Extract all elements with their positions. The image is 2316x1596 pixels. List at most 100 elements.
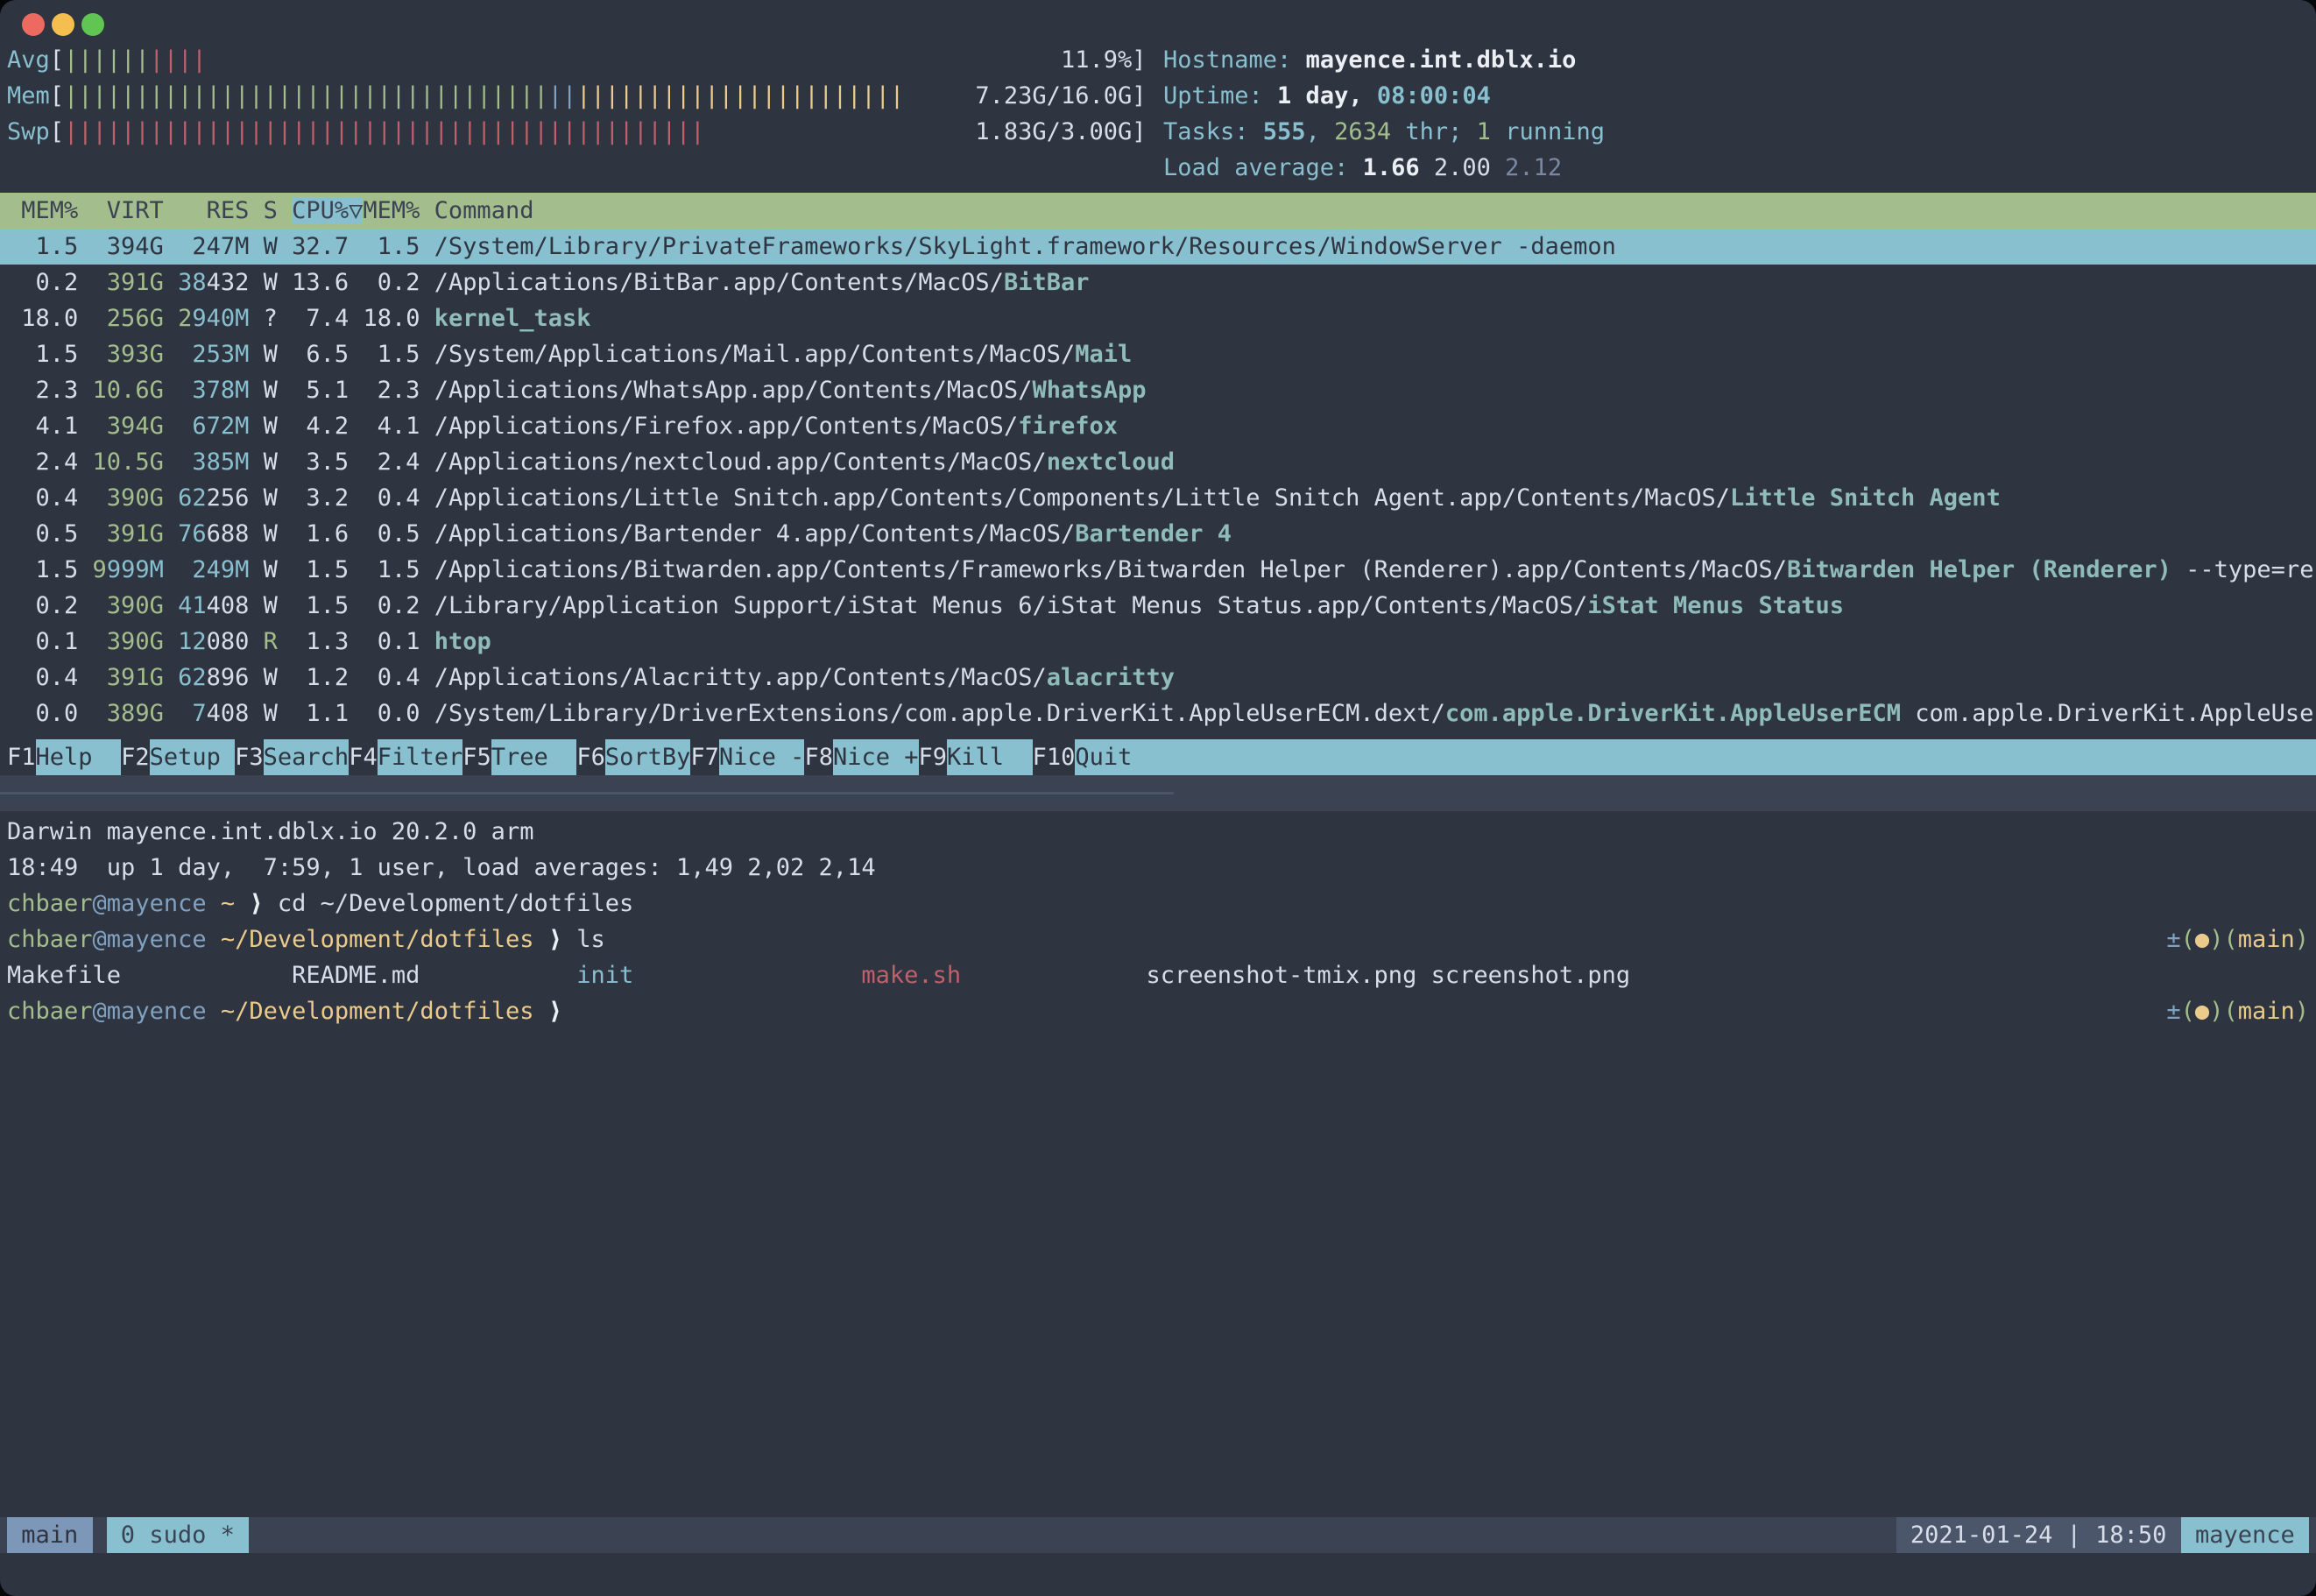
text-segment (207, 926, 221, 953)
git-status-badge: ±(●)(main) (2166, 922, 2309, 957)
text-segment: MEM% VIRT RES S (7, 197, 292, 224)
cell-segment: W 1.6 0.5 (249, 520, 434, 547)
text-segment: ⟩ (548, 998, 562, 1025)
text-segment: ) (2295, 998, 2309, 1025)
meter-bracket: [ (50, 118, 64, 145)
cell-segment: 390G (93, 484, 164, 512)
cell-segment (164, 592, 178, 619)
cell-segment: 76 (178, 520, 207, 547)
meter-pad (207, 46, 1061, 74)
cell-segment: W 13.6 0.2 (249, 269, 434, 296)
cell-segment: 0.5 (7, 520, 93, 547)
cell-segment: 38 (178, 269, 207, 296)
process-row[interactable]: 0.5 391G 76688 W 1.6 0.5 /Applications/B… (0, 516, 2316, 552)
cell-segment: 256 (207, 484, 250, 512)
cell-segment: 12 (178, 628, 207, 655)
fkey-action: Setup (150, 739, 236, 775)
cell-segment: W 5.1 2.3 (249, 377, 434, 404)
cell-segment: 385M (178, 448, 249, 476)
text-segment: 555 (1263, 118, 1306, 145)
text-segment: )( (2209, 926, 2238, 953)
process-row[interactable]: 0.4 391G 62896 W 1.2 0.4 /Applications/A… (0, 660, 2316, 696)
cell-segment: /Library/Application Support/iStat Menus… (434, 592, 1588, 619)
cell-segment (164, 341, 178, 368)
process-row[interactable]: 0.2 390G 41408 W 1.5 0.2 /Library/Applic… (0, 588, 2316, 624)
process-row[interactable]: 0.1 390G 12080 R 1.3 0.1 htop (0, 624, 2316, 660)
cell-segment: 896 (207, 664, 250, 691)
cell-segment: 1.5 394G 247M W 32.7 1.5 /System/Library… (7, 233, 1616, 260)
minimize-button[interactable] (52, 13, 74, 36)
cell-segment: 378M (178, 377, 249, 404)
cell-segment: W 6.5 1.5 (249, 341, 434, 368)
cell-segment: com.apple.DriverKit.AppleUserE (1901, 700, 2316, 727)
meter-bracket: [ (50, 82, 64, 109)
cell-segment: W 1.5 0.2 (249, 592, 434, 619)
cell-segment: 432 (207, 269, 250, 296)
process-row[interactable]: 0.2 391G 38432 W 13.6 0.2 /Applications/… (0, 265, 2316, 300)
fkey-number: F5 (462, 739, 491, 775)
cell-segment: /Applications/Bitwarden.app/Contents/Fra… (434, 556, 1787, 583)
cell-segment (164, 556, 178, 583)
tmux-session-main[interactable]: main (7, 1517, 93, 1553)
cell-segment: 249M (178, 556, 249, 583)
cell-segment: /Applications/BitBar.app/Contents/MacOS/ (434, 269, 1004, 296)
cell-segment: nextcloud (1047, 448, 1175, 476)
cell-segment: 0.2 (7, 592, 93, 619)
cell-segment: /System/Library/DriverExtensions/com.app… (434, 700, 1445, 727)
fkey-action: Tree (491, 739, 577, 775)
text-segment: make.sh (861, 962, 961, 989)
zoom-button[interactable] (81, 13, 104, 36)
fkey-number: F6 (576, 739, 605, 775)
meter-bars: || (548, 82, 577, 109)
text-segment: mayence.int.dblx.io (1306, 46, 1577, 74)
cell-segment: 391G (93, 520, 164, 547)
prompt-line-current[interactable]: chbaer@mayence ~/Development/dotfiles ⟩ (0, 993, 2316, 1029)
process-row[interactable]: 2.4 10.5G 385M W 3.5 2.4 /Applications/n… (0, 444, 2316, 480)
cell-segment: 9 (93, 556, 107, 583)
cell-segment: 391G (93, 269, 164, 296)
text-segment: main (2238, 998, 2295, 1025)
cell-segment (164, 520, 178, 547)
text-segment: CPU%▽ (292, 197, 363, 224)
meter-label: Avg (7, 46, 50, 74)
cell-segment: 62 (178, 484, 207, 512)
process-row[interactable]: 1.5 9999M 249M W 1.5 1.5 /Applications/B… (0, 552, 2316, 588)
meter-bars: |||||||||||||||||||||||||||||||||| (64, 82, 548, 109)
tmux-window-0-sudo[interactable]: 0 sudo * (107, 1517, 250, 1553)
cell-segment: Bitwarden Helper (Renderer) (1787, 556, 2171, 583)
pane-divider[interactable] (0, 792, 1174, 794)
process-row[interactable]: 1.5 393G 253M W 6.5 1.5 /System/Applicat… (0, 336, 2316, 372)
text-segment: cd ~/Development/dotfiles (264, 890, 634, 917)
text-segment: ( (2181, 926, 2195, 953)
text-segment: 2634 (1334, 118, 1391, 145)
text-segment: screenshot-tmix.png screenshot.png (1146, 962, 1630, 989)
process-row[interactable]: 0.4 390G 62256 W 3.2 0.4 /Applications/L… (0, 480, 2316, 516)
process-row[interactable]: 18.0 256G 2940M ? 7.4 18.0 kernel_task (0, 300, 2316, 336)
cell-segment (164, 269, 178, 296)
close-button[interactable] (22, 13, 45, 36)
process-table-header[interactable]: MEM% VIRT RES S CPU%▽MEM% Command (0, 193, 2316, 229)
text-segment (961, 962, 1146, 989)
text-segment: ± (2166, 998, 2180, 1025)
process-row-selected[interactable]: 1.5 394G 247M W 32.7 1.5 /System/Library… (0, 229, 2316, 265)
process-row[interactable]: 0.0 389G 7408 W 1.1 0.0 /System/Library/… (0, 696, 2316, 731)
cell-segment: 390G (93, 628, 164, 655)
htop-function-key-bar: F1Help F2Setup F3SearchF4FilterF5Tree F6… (0, 739, 2316, 775)
meter-bars: |||| (150, 46, 207, 74)
process-row[interactable]: 2.3 10.6G 378M W 5.1 2.3 /Applications/W… (0, 372, 2316, 408)
text-segment: running (1491, 118, 1605, 145)
cell-segment: 940M (192, 305, 249, 332)
text-segment: 1 (1477, 118, 1491, 145)
text-segment (633, 962, 861, 989)
prompt-line-cd: chbaer@mayence ~ ⟩ cd ~/Development/dotf… (0, 886, 2316, 922)
meter-bars: |||||| (64, 46, 150, 74)
cell-segment: 0.2 (7, 269, 93, 296)
cell-segment: 18.0 (7, 305, 93, 332)
text-segment: Hostname: (1163, 46, 1306, 74)
cell-segment: 0.4 (7, 664, 93, 691)
cell-segment: alacritty (1047, 664, 1175, 691)
process-row[interactable]: 4.1 394G 672M W 4.2 4.1 /Applications/Fi… (0, 408, 2316, 444)
uname-output: Darwin mayence.int.dblx.io 20.2.0 arm (0, 814, 2316, 850)
meter-value: 1.83G/3.00G (975, 118, 1132, 145)
text-segment (533, 998, 547, 1025)
